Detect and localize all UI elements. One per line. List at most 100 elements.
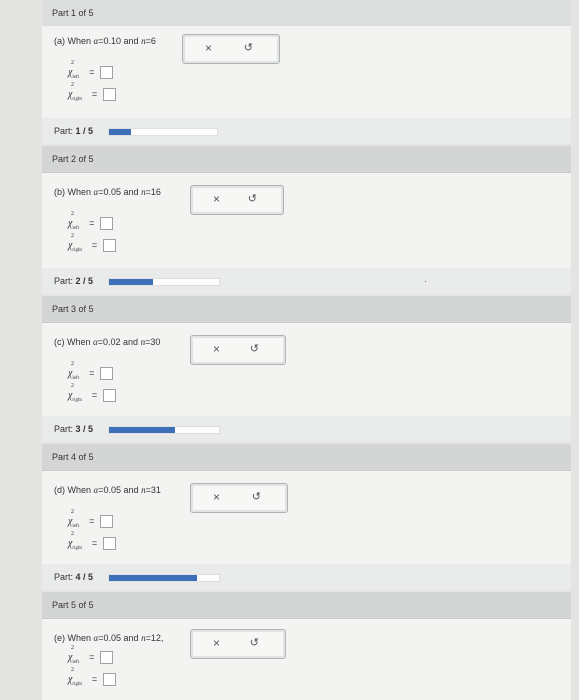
question-text: (d) When α=0.05 and n=31 [54, 485, 161, 495]
clear-button[interactable]: × [213, 192, 220, 206]
progress-label: Part: 4 / 5 [54, 572, 94, 582]
alpha-value: 0.02 [103, 337, 121, 347]
part-header: Part 4 of 5 [42, 444, 571, 471]
part-header: Part 1 of 5 [42, 0, 571, 26]
part-body: (c) When α=0.02 and n=30 χ 2 left = χ 2 right… [42, 323, 571, 417]
n-value: 12 [150, 633, 161, 643]
chi-right-label: χ 2 right [68, 382, 82, 403]
alpha-value: 0.10 [103, 36, 122, 46]
action-box: × ↺ [182, 34, 280, 64]
chi-left-input[interactable] [100, 651, 114, 664]
equals-sign: = [91, 239, 98, 250]
equals-sign: = [89, 651, 95, 662]
action-box: × ↺ [190, 185, 284, 215]
equals-sign: = [91, 88, 98, 99]
chi-right-row: χ 2 right = [68, 530, 117, 551]
chi-right-input[interactable] [103, 673, 117, 686]
undo-button[interactable]: ↺ [250, 636, 259, 649]
chi-left-input[interactable] [100, 217, 114, 230]
progress-track [108, 426, 220, 434]
chi-right-row: χ 2 right = [68, 232, 117, 253]
progress-track [108, 278, 220, 286]
chi-left-row: χ 2 left = [68, 360, 114, 381]
and-text: and [121, 485, 142, 495]
part-body: (d) When α=0.05 and n=31 χ 2 left = χ 2 right… [42, 471, 571, 567]
chi-left-input[interactable] [100, 515, 114, 528]
progress-track [108, 128, 218, 136]
progress-bar-1: Part: 1 / 5 [42, 118, 571, 144]
equals-sign: = [91, 537, 98, 548]
chi-left-label: χ 2 left [68, 210, 80, 231]
chi-right-label: χ 2 right [68, 81, 82, 102]
chi-right-row: χ 2 right = [68, 382, 117, 403]
part-header: Part 3 of 5 [42, 296, 571, 323]
question-prefix: (a) When [54, 36, 94, 46]
chi-left-input[interactable] [100, 367, 114, 380]
and-text: and [121, 633, 142, 643]
alpha-value: 0.05 [103, 187, 122, 197]
chi-right-label: χ 2 right [68, 666, 82, 687]
part-2: Part 2 of 5 (b) When α=0.05 and n=16 χ2l… [42, 146, 571, 269]
part-body: (e) When α=0.05 and n=12, χ 2 left = χ 2 righ… [42, 619, 571, 700]
question-text: (a) When α=0.10 and n=6 [54, 36, 156, 46]
equals-sign: = [89, 217, 95, 228]
n-value: 6 [150, 36, 156, 46]
part-4: Part 4 of 5 (d) When α=0.05 and n=31 χ2l… [42, 444, 571, 567]
chi-right-row: χ 2 right = [68, 81, 117, 102]
n-value: 31 [150, 485, 161, 495]
part-5: Part 5 of 5 (e) When α=0.05 and n=12, χ2… [42, 592, 571, 700]
part-3: Part 3 of 5 (c) When α=0.02 and n=30 χ2l… [42, 296, 571, 417]
chi-right-input[interactable] [103, 239, 117, 252]
part-1: Part 1 of 5 (a) When α=0.10 and n=6 χ 2 le… [42, 0, 571, 120]
n-value: 16 [150, 187, 161, 197]
page: Part 1 of 5 (a) When α=0.10 and n=6 χ 2 le… [0, 0, 579, 700]
dot-marker: · [424, 276, 427, 286]
clear-button[interactable]: × [213, 490, 220, 504]
chi-right-row: χ 2 right = [68, 666, 117, 687]
undo-button[interactable]: ↺ [250, 342, 259, 355]
clear-button[interactable]: × [213, 636, 220, 650]
question-prefix: (e) When [54, 633, 94, 643]
progress-bar-3: Part: 3 / 5 [42, 416, 571, 442]
progress-fill [109, 279, 153, 285]
alpha-value: 0.05 [103, 633, 122, 643]
question-suffix: , [160, 633, 164, 643]
chi-left-label: χ 2 left [68, 360, 80, 381]
question-text: (e) When α=0.05 and n=12, [54, 633, 163, 643]
n-value: 30 [150, 337, 161, 347]
alpha-value: 0.05 [103, 485, 122, 495]
chi-right-input[interactable] [103, 537, 117, 550]
undo-button[interactable]: ↺ [244, 41, 253, 54]
and-text: and [121, 187, 142, 197]
question-prefix: (d) When [54, 485, 94, 495]
question-prefix: (c) When [54, 337, 94, 347]
chi-right-label: χ 2 right [68, 530, 82, 551]
chi-left-row: χ 2 left = [68, 59, 114, 80]
equals-sign: = [91, 389, 98, 400]
undo-button[interactable]: ↺ [248, 192, 257, 205]
part-body: (a) When α=0.10 and n=6 χ 2 left = χ 2 right =… [42, 26, 571, 120]
progress-fill [109, 575, 197, 581]
chi-left-input[interactable] [100, 66, 114, 79]
chi-right-input[interactable] [103, 389, 117, 402]
clear-button[interactable]: × [205, 41, 212, 55]
progress-bar-2: Part: 2 / 5 · [42, 268, 571, 294]
question-text: (c) When α=0.02 and n=30 [54, 337, 160, 347]
equals-sign: = [89, 515, 95, 526]
undo-button[interactable]: ↺ [252, 490, 261, 503]
chi-left-label: χ 2 left [68, 59, 80, 80]
part-header: Part 2 of 5 [42, 146, 571, 173]
equals-sign: = [89, 66, 95, 77]
action-box: × ↺ [190, 335, 286, 365]
progress-label: Part: 2 / 5 [54, 276, 94, 286]
part-body: (b) When α=0.05 and n=16 χ 2 left = χ 2 right… [42, 173, 571, 269]
chi-right-input[interactable] [103, 88, 117, 101]
chi-right-label: χ 2 right [68, 232, 82, 253]
equals-sign: = [91, 673, 98, 684]
question-prefix: (b) When [54, 187, 94, 197]
equals-sign: = [89, 367, 95, 378]
clear-button[interactable]: × [213, 342, 220, 356]
chi-left-label: χ 2 left [68, 644, 80, 665]
action-box: × ↺ [190, 629, 286, 659]
progress-label: Part: 3 / 5 [54, 424, 94, 434]
